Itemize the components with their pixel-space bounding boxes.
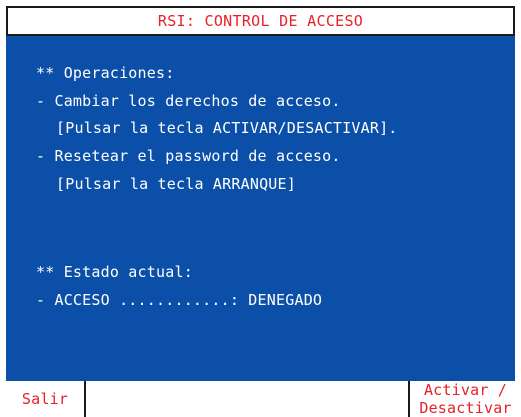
access-status-line: - ACCESO ............: DENEGADO bbox=[36, 291, 323, 309]
operation-reset-password-hint: [Pulsar la tecla ARRANQUE] bbox=[56, 175, 296, 193]
page-title: RSI: CONTROL DE ACCESO bbox=[6, 6, 515, 36]
operation-change-access-rights: - Cambiar los derechos de acceso. bbox=[36, 92, 341, 110]
operation-reset-password: - Resetear el password de acceso. bbox=[36, 147, 341, 165]
operations-heading: ** Operaciones: bbox=[36, 64, 175, 82]
exit-softkey[interactable]: Salir bbox=[6, 381, 86, 417]
softkey-label-line2: Desactivar bbox=[419, 399, 512, 417]
activate-deactivate-softkey[interactable]: Activar / Desactivar bbox=[408, 381, 521, 417]
operation-change-access-rights-hint: [Pulsar la tecla ACTIVAR/DESACTIVAR]. bbox=[56, 119, 398, 137]
softkey-bar: Salir Activar / Desactivar bbox=[0, 381, 521, 417]
softkey-label-line1: Activar / bbox=[423, 381, 508, 399]
terminal-frame: RSI: CONTROL DE ACCESO ** Operaciones: -… bbox=[0, 0, 521, 417]
main-screen: ** Operaciones: - Cambiar los derechos d… bbox=[6, 36, 515, 381]
current-status-heading: ** Estado actual: bbox=[36, 263, 193, 281]
